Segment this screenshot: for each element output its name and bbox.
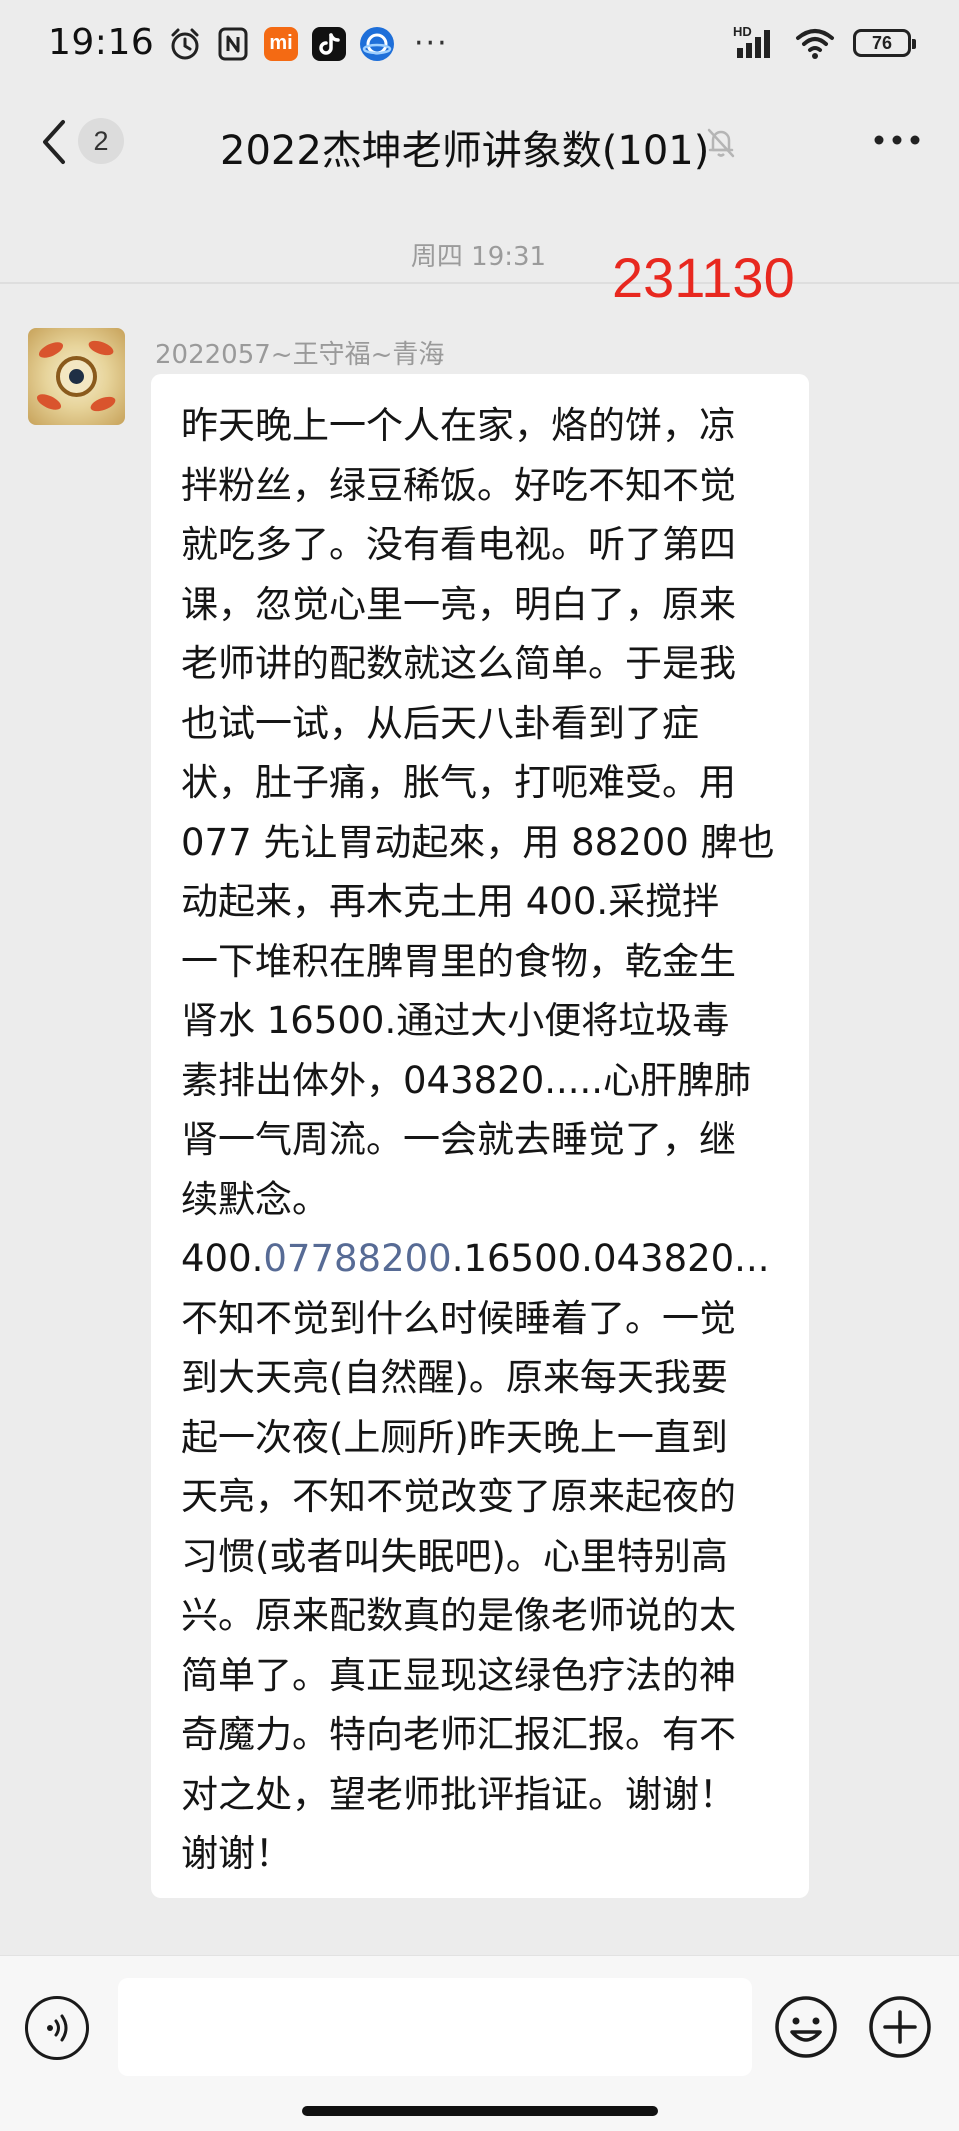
- sender-name: 2022057~王守福~青海: [155, 340, 445, 370]
- message-line: 课，忽觉心里一亮，明白了，原来: [181, 582, 736, 626]
- message-line: 状，肚子痛，胀气，打呃难受。用: [181, 761, 736, 804]
- tiktok-icon: [312, 26, 346, 61]
- message-timestamp: 周四 19:31: [0, 236, 959, 273]
- message-line: 昨天晚上一个人在家，烙的饼，凉: [181, 404, 736, 447]
- message-line: 对之处，望老师批评指证。谢谢！: [181, 1772, 736, 1816]
- home-indicator[interactable]: [302, 2106, 658, 2116]
- more-options-button[interactable]: [873, 120, 921, 160]
- voice-button[interactable]: [25, 1996, 89, 2060]
- status-icons-left: mi ···: [168, 26, 449, 61]
- message-line: 奇魔力。特向老师汇报汇报。有不: [181, 1713, 736, 1756]
- message-line-with-link: 400.07788200.16500.043820...: [181, 1229, 809, 1289]
- message-line: 简单了。真正显现这绿色疗法的神: [181, 1653, 736, 1697]
- wifi-icon: [795, 26, 835, 60]
- message-line: 素排出体外，043820.....心肝脾肺: [181, 1058, 752, 1102]
- date-annotation: 231130: [612, 246, 795, 309]
- message-text: .16500.043820...: [451, 1237, 770, 1280]
- plus-icon: [869, 1996, 931, 2058]
- mi-app-label: mi: [269, 32, 293, 54]
- nfc-icon: [216, 27, 250, 61]
- back-button[interactable]: [34, 114, 74, 170]
- alarm-icon: [168, 27, 202, 61]
- signal-icon: HD: [733, 24, 777, 60]
- message-input[interactable]: [118, 1978, 752, 2076]
- status-more-indicator: ···: [414, 26, 449, 61]
- message-line: 天亮，不知不觉改变了原来起夜的: [181, 1475, 736, 1518]
- avatar-fish-decoration: [34, 391, 64, 413]
- status-bar: 19:16 mi ··· HD 76: [0, 0, 959, 92]
- voice-icon: [47, 2014, 68, 2042]
- message-line: 习惯(或者叫失眠吧)。心里特别高: [181, 1534, 728, 1578]
- battery-icon: 76: [853, 29, 916, 57]
- message-line: 续默念。: [181, 1177, 329, 1221]
- message-line: 就吃多了。没有看电视。听了第四: [181, 523, 736, 566]
- message-line: 077 先让胃动起來，用 88200 脾也: [181, 820, 775, 864]
- message-line: 起一次夜(上厕所)昨天晚上一直到: [181, 1415, 728, 1459]
- message-line: 不知不觉到什么时候睡着了。一觉: [181, 1296, 736, 1340]
- message-line: 动起来，再木克土用 400.采搅拌: [181, 880, 720, 923]
- emoji-icon: [775, 1996, 837, 2058]
- browser-app-icon: [360, 26, 394, 61]
- mi-app-icon: mi: [264, 26, 298, 61]
- message-line: 肾水 16500.通过大小便将垃圾毒: [181, 999, 730, 1042]
- message-line: 到大天亮(自然醒)。原来每天我要: [181, 1356, 728, 1399]
- message-line: 拌粉丝，绿豆稀饭。好吃不知不觉: [181, 463, 736, 507]
- chat-header: 2 2022杰坤老师讲象数(101): [0, 92, 959, 284]
- back-icon: [43, 120, 65, 164]
- unread-count-badge[interactable]: 2: [78, 118, 124, 164]
- input-bar: [0, 1955, 959, 2131]
- message-line: 肾一气周流。一会就去睡觉了，继: [181, 1118, 736, 1161]
- status-time: 19:16: [48, 22, 155, 63]
- avatar-fish-decoration: [86, 337, 116, 359]
- message-line: 也试一试，从后天八卦看到了症: [181, 701, 699, 745]
- avatar-center: [69, 369, 84, 384]
- message-line: 一下堆积在脾胃里的食物，乾金生: [181, 939, 736, 983]
- plus-button[interactable]: [867, 1994, 933, 2060]
- avatar-fish-decoration: [36, 339, 66, 361]
- battery-level: 76: [871, 32, 893, 53]
- mute-bell-icon: [701, 122, 741, 162]
- message-line: 谢谢！: [181, 1832, 292, 1875]
- phone-number-link[interactable]: 07788200: [263, 1237, 451, 1280]
- header-divider: [0, 282, 959, 284]
- message-line: 老师讲的配数就这么简单。于是我: [181, 642, 736, 685]
- message-timestamp-text: 周四 19:31: [410, 242, 547, 272]
- more-icon: [874, 135, 920, 145]
- message-bubble[interactable]: 昨天晚上一个人在家，烙的饼，凉 拌粉丝，绿豆稀饭。好吃不知不觉 就吃多了。没有看…: [151, 374, 809, 1898]
- message-text: 400.: [181, 1237, 264, 1280]
- message-line: 兴。原来配数真的是像老师说的太: [181, 1594, 736, 1637]
- avatar-fish-decoration: [88, 393, 118, 415]
- status-icons-right: HD 76: [733, 24, 916, 60]
- chat-title: 2022杰坤老师讲象数(101): [220, 128, 710, 174]
- avatar[interactable]: [28, 328, 125, 425]
- emoji-button[interactable]: [773, 1994, 839, 2060]
